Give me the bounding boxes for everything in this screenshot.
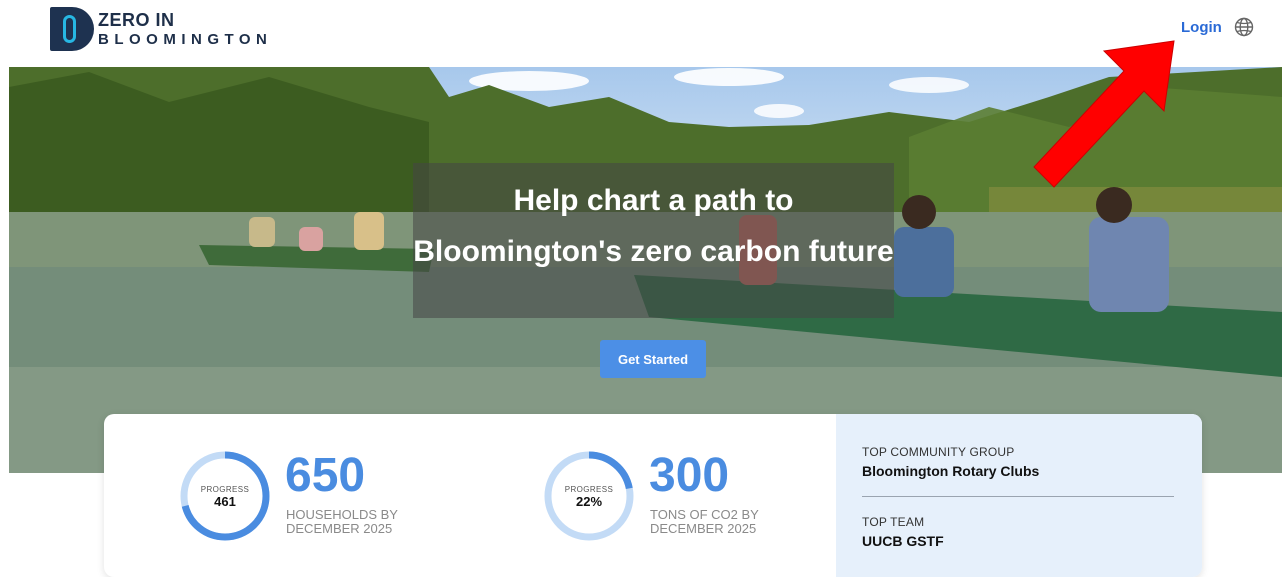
stat-number: 300	[649, 449, 730, 502]
ring-label: PROGRESS	[200, 484, 250, 494]
top-team-value[interactable]: UUCB GSTF	[862, 533, 944, 549]
ring-value: 22%	[575, 493, 603, 509]
households-stat: PROGRESS 461 650 HOUSEHOLDS BY DECEMBER …	[179, 450, 479, 542]
stat-caption: HOUSEHOLDS BY DECEMBER 2025	[286, 507, 398, 536]
red-arrow-annotation	[1033, 40, 1175, 188]
top-community-group-value[interactable]: Bloomington Rotary Clubs	[862, 463, 1039, 479]
stat-caption: TONS OF CO2 BY DECEMBER 2025	[650, 507, 759, 536]
logo-line1: ZERO IN	[98, 10, 175, 30]
hero-title-box: Help chart a path to Bloomington's zero …	[413, 163, 894, 318]
top-leaders-panel: TOP COMMUNITY GROUP Bloomington Rotary C…	[836, 414, 1202, 577]
ring-value: 461	[214, 493, 236, 509]
top-team-label: TOP TEAM	[862, 515, 925, 529]
get-started-button[interactable]: Get Started	[600, 340, 706, 378]
globe-icon[interactable]	[1234, 17, 1254, 37]
panel-divider	[862, 496, 1174, 497]
site-logo[interactable]: ZERO IN BLOOMINGTON	[50, 6, 280, 52]
logo-mark-icon	[50, 7, 94, 51]
logo-text: ZERO IN BLOOMINGTON	[98, 11, 272, 47]
hero-title: Help chart a path to Bloomington's zero …	[413, 184, 894, 268]
top-community-group-label: TOP COMMUNITY GROUP	[862, 445, 1015, 459]
co2-stat: PROGRESS 22% 300 TONS OF CO2 BY DECEMBER…	[543, 450, 843, 542]
ring-label: PROGRESS	[564, 484, 614, 494]
logo-line2: BLOOMINGTON	[98, 31, 273, 48]
stat-number: 650	[285, 449, 366, 502]
login-link[interactable]: Login	[1181, 19, 1222, 36]
